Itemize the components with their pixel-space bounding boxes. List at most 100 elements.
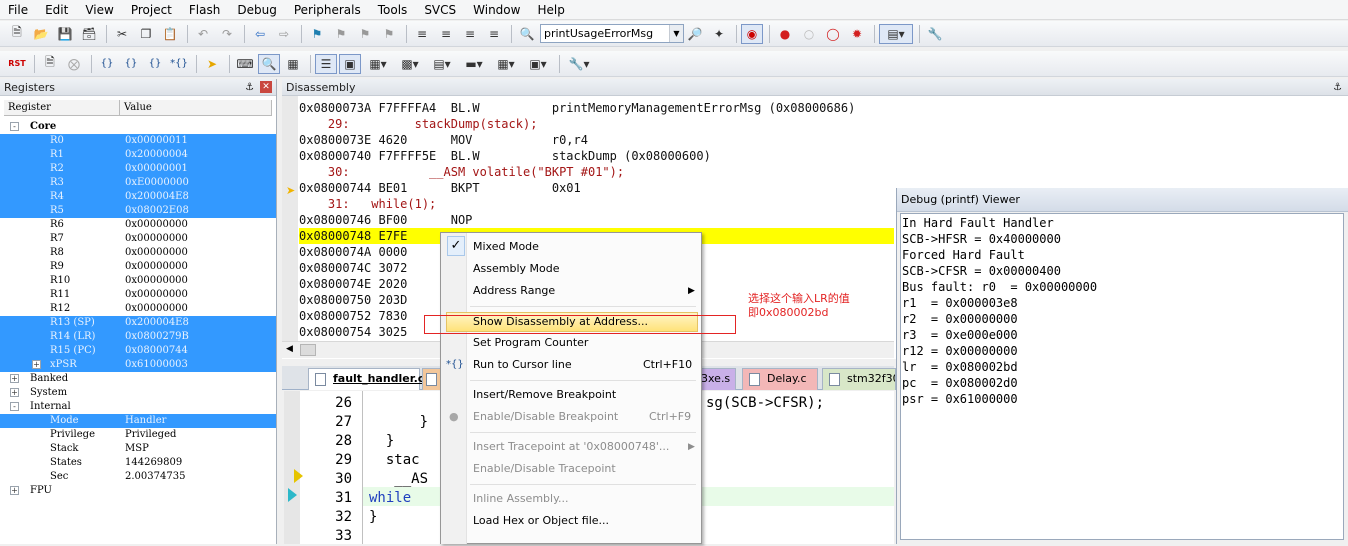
tab-fault-handler[interactable]: fault_handler.c <box>308 368 424 390</box>
disassembly-line[interactable]: 0x08000744 BE01 BKPT 0x01 <box>299 180 581 196</box>
register-row[interactable]: R11 0x00000000 <box>0 288 276 302</box>
register-value[interactable]: 0x00000000 <box>125 274 188 288</box>
register-row[interactable]: R6 0x00000000 <box>0 218 276 232</box>
nav-back-icon[interactable]: ⇦ <box>249 24 271 44</box>
register-value[interactable]: 0x08000744 <box>125 344 188 358</box>
expand-icon[interactable]: + <box>10 486 19 495</box>
source-line[interactable]: 30: __ASM volatile("BKPT #01"); <box>299 164 624 180</box>
source-line[interactable]: 31: while(1); <box>299 196 436 212</box>
register-row[interactable]: R12 0x00000000 <box>0 302 276 316</box>
symbols-window-icon[interactable]: ▦ <box>282 54 304 74</box>
collapse-icon[interactable]: - <box>10 122 19 131</box>
registers-window-icon[interactable]: ☰ <box>315 53 337 74</box>
window-layout-icon[interactable]: ▤▾ <box>879 23 913 44</box>
menu-view[interactable]: View <box>77 0 122 20</box>
register-row[interactable]: R1 0x20000004 <box>0 148 276 162</box>
step-out-icon[interactable]: {} <box>144 54 166 74</box>
new-file-icon[interactable]: 🗎 <box>6 24 28 44</box>
menu-debug[interactable]: Debug <box>229 0 285 20</box>
register-row[interactable]: R14 (LR) 0x0800279B <box>0 330 276 344</box>
register-row[interactable]: Sec 2.00374735 <box>0 470 276 484</box>
menu-item-inline-assembly[interactable]: Inline Assembly... <box>473 491 569 507</box>
register-row[interactable]: R5 0x08002E08 <box>0 204 276 218</box>
breakpoint-enable-icon[interactable]: ○ <box>798 24 820 44</box>
register-value[interactable]: 0x00000000 <box>125 218 188 232</box>
debug-session-icon[interactable]: ◉ <box>741 23 763 44</box>
menu-flash[interactable]: Flash <box>181 0 229 20</box>
code-line[interactable]: stac <box>369 451 420 470</box>
code-line[interactable]: __AS <box>369 470 428 489</box>
tree-node-system[interactable]: + System <box>0 386 276 400</box>
pin-icon[interactable]: ⚓ <box>1333 79 1342 95</box>
disassembly-line[interactable]: 0x0800073A F7FFFFA4 BL.W printMemoryMana… <box>299 100 855 116</box>
bookmark-clear-icon[interactable]: ⚑ <box>378 24 400 44</box>
menu-item-insert-tracepoint[interactable]: Insert Tracepoint at '0x08000748'... <box>473 439 669 455</box>
register-value[interactable]: 0x00000000 <box>125 232 188 246</box>
trace-window-icon[interactable]: ▦▾ <box>491 54 521 74</box>
run-to-cursor-icon[interactable]: *{} <box>168 54 190 74</box>
register-value[interactable]: 0x00000000 <box>125 246 188 260</box>
menu-window[interactable]: Window <box>465 0 529 20</box>
tree-node-banked[interactable]: + Banked <box>0 372 276 386</box>
pin-icon[interactable]: ⚓ <box>245 79 254 95</box>
register-value[interactable]: 0x00000000 <box>125 260 188 274</box>
disassembly-line[interactable]: 0x08000752 7830 <box>299 308 407 324</box>
col-value[interactable]: Value <box>120 100 272 115</box>
watch-window-icon[interactable]: ▦▾ <box>363 54 393 74</box>
chevron-down-icon[interactable]: ▼ <box>669 25 683 42</box>
register-value[interactable]: 144269809 <box>125 456 182 470</box>
register-value[interactable]: 0x00000000 <box>125 302 188 316</box>
analysis-window-icon[interactable]: ▬▾ <box>459 54 489 74</box>
disassembly-line[interactable]: 0x08000754 3025 <box>299 324 407 340</box>
step-over-icon[interactable]: {} <box>120 54 142 74</box>
collapse-icon[interactable]: - <box>10 402 19 411</box>
call-stack-window-icon[interactable]: ▣ <box>339 53 361 74</box>
register-row[interactable]: R9 0x00000000 <box>0 260 276 274</box>
copy-icon[interactable]: ❐ <box>135 24 157 44</box>
register-row[interactable]: States 144269809 <box>0 456 276 470</box>
unindent-icon[interactable]: ≡ <box>435 24 457 44</box>
save-icon[interactable]: 💾 <box>54 24 76 44</box>
tab-delay[interactable]: Delay.c <box>742 368 818 390</box>
system-viewer-icon[interactable]: ▣▾ <box>523 54 553 74</box>
scroll-thumb[interactable] <box>300 344 316 356</box>
menu-tools[interactable]: Tools <box>370 0 417 20</box>
menu-item-assembly-mode[interactable]: Assembly Mode <box>473 261 560 277</box>
bookmark-icon[interactable]: ⚑ <box>306 24 328 44</box>
command-window-icon[interactable]: ⌨ <box>234 54 256 74</box>
code-line[interactable]: } <box>369 432 394 451</box>
stop-icon[interactable]: ⨂ <box>63 54 85 74</box>
nav-forward-icon[interactable]: ⇨ <box>273 24 295 44</box>
scroll-left-icon[interactable]: ◀ <box>286 344 293 354</box>
register-value[interactable]: 0x0800279B <box>125 330 189 344</box>
menu-item-enable-disable-tracepoint[interactable]: Enable/Disable Tracepoint <box>473 461 616 477</box>
menu-file[interactable]: File <box>0 0 37 20</box>
tree-node-core[interactable]: - Core <box>0 120 276 134</box>
serial-window-icon[interactable]: ▤▾ <box>427 54 457 74</box>
uncomment-icon[interactable]: ≡ <box>483 24 505 44</box>
expand-icon[interactable]: + <box>10 374 19 383</box>
register-row[interactable]: R8 0x00000000 <box>0 246 276 260</box>
expand-icon[interactable]: + <box>10 388 19 397</box>
register-row[interactable]: R13 (SP) 0x200004E8 <box>0 316 276 330</box>
register-value[interactable]: Privileged <box>125 428 176 442</box>
register-row[interactable]: R15 (PC) 0x08000744 <box>0 344 276 358</box>
step-into-icon[interactable]: {} <box>96 54 118 74</box>
menu-item-run-to-cursor[interactable]: Run to Cursor line <box>473 357 572 373</box>
bookmark-prev-icon[interactable]: ⚑ <box>330 24 352 44</box>
disassembly-line[interactable]: 0x08000746 BF00 NOP <box>299 212 472 228</box>
register-value[interactable]: MSP <box>125 442 149 456</box>
disassembly-line[interactable]: 0x0800074C 3072 <box>299 260 407 276</box>
register-value[interactable]: 0x00000001 <box>125 162 188 176</box>
disassembly-line[interactable]: 0x0800073E 4620 MOV r0,r4 <box>299 132 588 148</box>
code-line[interactable]: } <box>369 508 377 527</box>
indent-icon[interactable]: ≡ <box>411 24 433 44</box>
show-next-statement-icon[interactable]: ➤ <box>201 54 223 74</box>
register-value[interactable]: 0x00000000 <box>125 288 188 302</box>
code-line[interactable]: while <box>369 489 411 508</box>
tab-stm32f30[interactable]: stm32f30 <box>822 368 896 390</box>
register-row[interactable]: R10 0x00000000 <box>0 274 276 288</box>
close-icon[interactable]: ✕ <box>260 81 272 93</box>
menu-item-load-hex[interactable]: Load Hex or Object file... <box>473 513 609 529</box>
tab-startup-asm[interactable]: 3xe.s <box>696 368 736 390</box>
